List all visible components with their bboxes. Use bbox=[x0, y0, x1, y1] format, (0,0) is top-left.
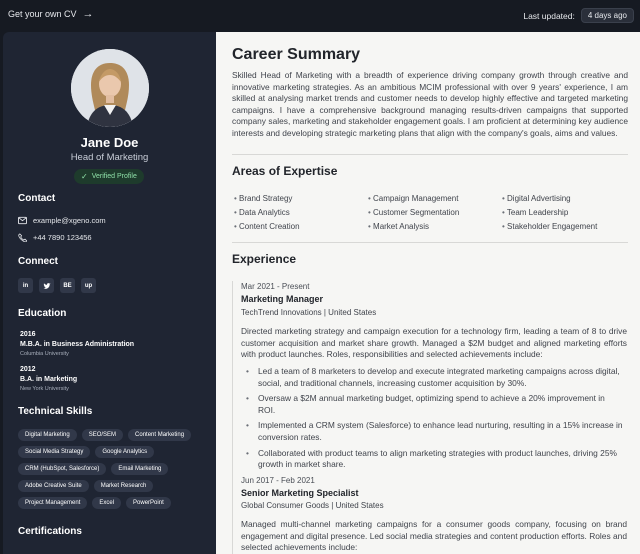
job-description: Directed marketing strategy and campaign… bbox=[241, 326, 627, 360]
expertise-item: Campaign Management bbox=[368, 194, 502, 203]
profile-name: Jane Doe bbox=[80, 135, 139, 150]
upwork-icon[interactable]: up bbox=[81, 278, 96, 293]
skills-heading: Technical Skills bbox=[18, 406, 93, 417]
skill-tag: SEO/SEM bbox=[81, 429, 124, 441]
education-degree: M.B.A. in Business Administration bbox=[20, 341, 135, 348]
skill-tag: Digital Marketing bbox=[18, 429, 77, 441]
expertise-item: Market Analysis bbox=[368, 222, 502, 231]
timeline-line bbox=[232, 281, 233, 554]
social-links: in BE up bbox=[18, 278, 96, 293]
divider bbox=[232, 242, 628, 243]
skill-tag: Email Marketing bbox=[111, 463, 169, 475]
contact-heading: Contact bbox=[18, 193, 56, 204]
certifications-heading: Certifications bbox=[18, 526, 82, 537]
skill-tag: CRM (HubSpot, Salesforce) bbox=[18, 463, 107, 475]
mail-icon bbox=[18, 216, 27, 225]
profile-title: Head of Marketing bbox=[70, 152, 149, 163]
education-heading: Education bbox=[18, 308, 67, 319]
skill-tag: Social Media Strategy bbox=[18, 446, 91, 458]
last-updated-label: Last updated: bbox=[523, 10, 575, 21]
education-year: 2016 bbox=[20, 331, 36, 338]
career-summary-heading: Career Summary bbox=[232, 46, 361, 63]
job-period: Jun 2017 - Feb 2021 bbox=[241, 476, 315, 485]
expertise-heading: Areas of Expertise bbox=[232, 164, 338, 178]
job-title: Marketing Manager bbox=[241, 294, 324, 304]
skill-tag: Project Management bbox=[18, 497, 88, 509]
experience-heading: Experience bbox=[232, 252, 297, 266]
job-period: Mar 2021 - Present bbox=[241, 282, 310, 291]
expertise-item: Data Analytics bbox=[234, 208, 368, 217]
skills-list: Digital Marketing SEO/SEM Content Market… bbox=[18, 429, 208, 509]
check-icon: ✓ bbox=[81, 172, 88, 181]
skill-tag: Excel bbox=[92, 497, 122, 509]
skill-tag: Content Marketing bbox=[128, 429, 192, 441]
career-summary-text: Skilled Head of Marketing with a breadth… bbox=[232, 70, 628, 138]
expertise-list: Brand Strategy Campaign Management Digit… bbox=[234, 194, 628, 231]
verified-label: Verified Profile bbox=[91, 173, 137, 180]
behance-icon[interactable]: BE bbox=[60, 278, 75, 293]
achievement-item: Led a team of 8 marketers to develop and… bbox=[246, 366, 624, 389]
avatar bbox=[71, 49, 149, 127]
linkedin-icon[interactable]: in bbox=[18, 278, 33, 293]
get-cv-label: Get your own CV bbox=[8, 9, 77, 19]
achievement-item: Collaborated with product teams to align… bbox=[246, 448, 624, 471]
skill-tag: Market Research bbox=[93, 480, 154, 492]
job-achievements: Led a team of 8 marketers to develop and… bbox=[246, 366, 624, 475]
connect-heading: Connect bbox=[18, 256, 58, 267]
job-company: Global Consumer Goods | United States bbox=[241, 501, 384, 510]
last-updated: Last updated: 4 days ago bbox=[523, 8, 634, 23]
last-updated-badge: 4 days ago bbox=[580, 8, 634, 23]
skill-tag: Adobe Creative Suite bbox=[18, 480, 89, 492]
twitter-icon[interactable] bbox=[39, 278, 54, 293]
main-content: Career Summary Skilled Head of Marketing… bbox=[216, 32, 640, 554]
skill-tag: Google Analytics bbox=[95, 446, 155, 458]
achievement-item: Oversaw a $2M annual marketing budget, o… bbox=[246, 393, 624, 416]
sidebar: Jane Doe Head of Marketing ✓ Verified Pr… bbox=[3, 32, 216, 554]
expertise-item: Brand Strategy bbox=[234, 194, 368, 203]
divider bbox=[232, 154, 628, 155]
achievement-item: Implemented a CRM system (Salesforce) to… bbox=[246, 420, 624, 443]
education-school: New York University bbox=[20, 386, 69, 392]
expertise-item: Team Leadership bbox=[502, 208, 628, 217]
education-degree: B.A. in Marketing bbox=[20, 376, 78, 383]
job-company: TechTrend Innovations | United States bbox=[241, 308, 377, 317]
phone-text: +44 7890 123456 bbox=[33, 233, 92, 242]
phone-icon bbox=[18, 233, 27, 242]
skill-tag: PowerPoint bbox=[126, 497, 171, 509]
expertise-item: Stakeholder Engagement bbox=[502, 222, 628, 231]
arrow-right-icon: → bbox=[82, 7, 94, 20]
education-school: Columbia University bbox=[20, 351, 69, 357]
expertise-item: Customer Segmentation bbox=[368, 208, 502, 217]
contact-phone[interactable]: +44 7890 123456 bbox=[18, 233, 92, 242]
education-year: 2012 bbox=[20, 366, 36, 373]
job-description: Managed multi-channel marketing campaign… bbox=[241, 519, 627, 553]
job-title: Senior Marketing Specialist bbox=[241, 488, 359, 498]
top-bar: Get your own CV → Last updated: 4 days a… bbox=[0, 0, 640, 32]
expertise-item: Content Creation bbox=[234, 222, 368, 231]
contact-email[interactable]: example@xgeno.com bbox=[18, 216, 106, 225]
expertise-item: Digital Advertising bbox=[502, 194, 628, 203]
email-text: example@xgeno.com bbox=[33, 216, 106, 225]
get-cv-link[interactable]: Get your own CV → bbox=[8, 7, 94, 20]
verified-badge: ✓ Verified Profile bbox=[74, 169, 144, 184]
